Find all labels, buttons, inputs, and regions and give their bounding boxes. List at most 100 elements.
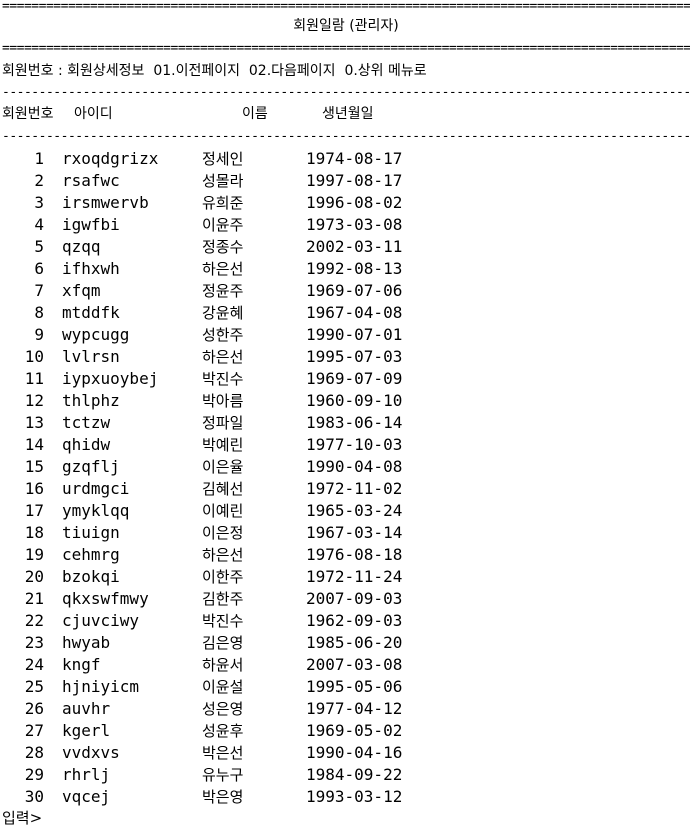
member-id: rxoqdgrizx <box>62 149 159 168</box>
table-row: 6 ifhxwh 하은선 1992-08-13 <box>0 258 692 280</box>
member-birthdate: 1992-08-13 <box>306 259 403 278</box>
member-id: urdmgci <box>62 479 130 498</box>
member-birthdate: 1990-07-01 <box>306 325 403 344</box>
member-name: 하윤서 <box>202 656 244 674</box>
member-id: bzokqi <box>62 567 120 586</box>
table-row: 1 rxoqdgrizx 정세인 1974-08-17 <box>0 148 692 170</box>
table-row: 3 irsmwervb 유희준 1996-08-02 <box>0 192 692 214</box>
table-row: 22 cjuvciwy 박진수 1962-09-03 <box>0 610 692 632</box>
member-number: 13 <box>24 413 44 432</box>
member-birthdate: 1969-05-02 <box>306 721 403 740</box>
member-name: 정윤주 <box>202 282 244 300</box>
member-name: 유희준 <box>202 194 244 212</box>
member-birthdate: 1993-03-12 <box>306 787 403 806</box>
member-birthdate: 2007-09-03 <box>306 589 403 608</box>
member-name: 성윤후 <box>202 722 244 740</box>
title-double-rule: ========================================… <box>2 42 690 56</box>
member-id: rhrlj <box>62 765 111 784</box>
member-birthdate: 1984-09-22 <box>306 765 403 784</box>
member-birthdate: 1960-09-10 <box>306 391 403 410</box>
table-row: 26 auvhr 성은영 1977-04-12 <box>0 698 692 720</box>
member-id: gzqflj <box>62 457 120 476</box>
member-number: 12 <box>24 391 44 410</box>
table-row: 17 ymyklqq 이예린 1965-03-24 <box>0 500 692 522</box>
member-number: 3 <box>34 193 44 212</box>
table-row: 18 tiuign 이은정 1967-03-14 <box>0 522 692 544</box>
member-number: 7 <box>34 281 44 300</box>
page-title: 회원일람 (관리자) <box>293 18 399 34</box>
member-birthdate: 1973-03-08 <box>306 215 403 234</box>
table-row: 24 kngf 하윤서 2007-03-08 <box>0 654 692 676</box>
member-name: 박은영 <box>202 788 244 806</box>
member-birthdate: 1983-06-14 <box>306 413 403 432</box>
member-number: 1 <box>34 149 44 168</box>
table-row: 23 hwyab 김은영 1985-06-20 <box>0 632 692 654</box>
member-number: 19 <box>24 545 44 564</box>
top-double-rule: ========================================… <box>2 0 690 14</box>
member-birthdate: 1972-11-24 <box>306 567 403 586</box>
member-number: 9 <box>34 325 44 344</box>
member-name: 이은정 <box>202 524 244 542</box>
member-birthdate: 1969-07-09 <box>306 369 403 388</box>
member-number: 20 <box>24 567 44 586</box>
member-id: thlphz <box>62 391 120 410</box>
header-single-rule: ----------------------------------------… <box>2 130 690 144</box>
table-row: 13 tctzw 정파일 1983-06-14 <box>0 412 692 434</box>
table-row: 25 hjniyicm 이윤설 1995-05-06 <box>0 676 692 698</box>
table-row: 30 vqcej 박은영 1993-03-12 <box>0 786 692 808</box>
member-name: 박예린 <box>202 436 244 454</box>
member-number: 21 <box>24 589 44 608</box>
member-id: lvlrsn <box>62 347 120 366</box>
column-header-id: 아이디 <box>74 106 113 122</box>
member-birthdate: 1990-04-08 <box>306 457 403 476</box>
input-prompt[interactable]: 입력> <box>2 808 42 828</box>
member-name: 정종수 <box>202 238 244 256</box>
member-id: hjniyicm <box>62 677 140 696</box>
member-birthdate: 1995-05-06 <box>306 677 403 696</box>
member-number: 29 <box>24 765 44 784</box>
member-name: 성몰라 <box>202 172 244 190</box>
member-id: hwyab <box>62 633 111 652</box>
member-name: 이은율 <box>202 458 244 476</box>
member-id: igwfbi <box>62 215 120 234</box>
member-name: 이예린 <box>202 502 244 520</box>
member-birthdate: 1976-08-18 <box>306 545 403 564</box>
member-number: 2 <box>34 171 44 190</box>
member-name: 하은선 <box>202 546 244 564</box>
member-name: 김혜선 <box>202 480 244 498</box>
member-name: 김한주 <box>202 590 244 608</box>
member-name: 하은선 <box>202 260 244 278</box>
menu-single-rule: ----------------------------------------… <box>2 86 690 100</box>
member-birthdate: 1996-08-02 <box>306 193 403 212</box>
member-birthdate: 1977-10-03 <box>306 435 403 454</box>
member-number: 18 <box>24 523 44 542</box>
member-name: 정파일 <box>202 414 244 432</box>
member-birthdate: 1962-09-03 <box>306 611 403 630</box>
table-row: 27 kgerl 성윤후 1969-05-02 <box>0 720 692 742</box>
column-header-name: 이름 <box>242 106 268 122</box>
member-name: 박아름 <box>202 392 244 410</box>
table-row: 15 gzqflj 이은율 1990-04-08 <box>0 456 692 478</box>
member-number: 4 <box>34 215 44 234</box>
member-number: 8 <box>34 303 44 322</box>
table-row: 2 rsafwc 성몰라 1997-08-17 <box>0 170 692 192</box>
table-row: 11 iypxuoybej 박진수 1969-07-09 <box>0 368 692 390</box>
member-id: qzqq <box>62 237 101 256</box>
member-name: 정세인 <box>202 150 244 168</box>
member-id: ymyklqq <box>62 501 130 520</box>
table-row: 14 qhidw 박예린 1977-10-03 <box>0 434 692 456</box>
member-name: 박진수 <box>202 612 244 630</box>
member-birthdate: 1995-07-03 <box>306 347 403 366</box>
member-name: 김은영 <box>202 634 244 652</box>
member-name: 성은영 <box>202 700 244 718</box>
member-name: 이한주 <box>202 568 244 586</box>
member-birthdate: 1974-08-17 <box>306 149 403 168</box>
member-id: wypcugg <box>62 325 130 344</box>
member-id: ifhxwh <box>62 259 120 278</box>
member-id: rsafwc <box>62 171 120 190</box>
member-id: auvhr <box>62 699 111 718</box>
table-row: 12 thlphz 박아름 1960-09-10 <box>0 390 692 412</box>
member-name: 이윤주 <box>202 216 244 234</box>
column-header-birth: 생년월일 <box>322 106 374 122</box>
console-window: ========================================… <box>0 0 692 829</box>
